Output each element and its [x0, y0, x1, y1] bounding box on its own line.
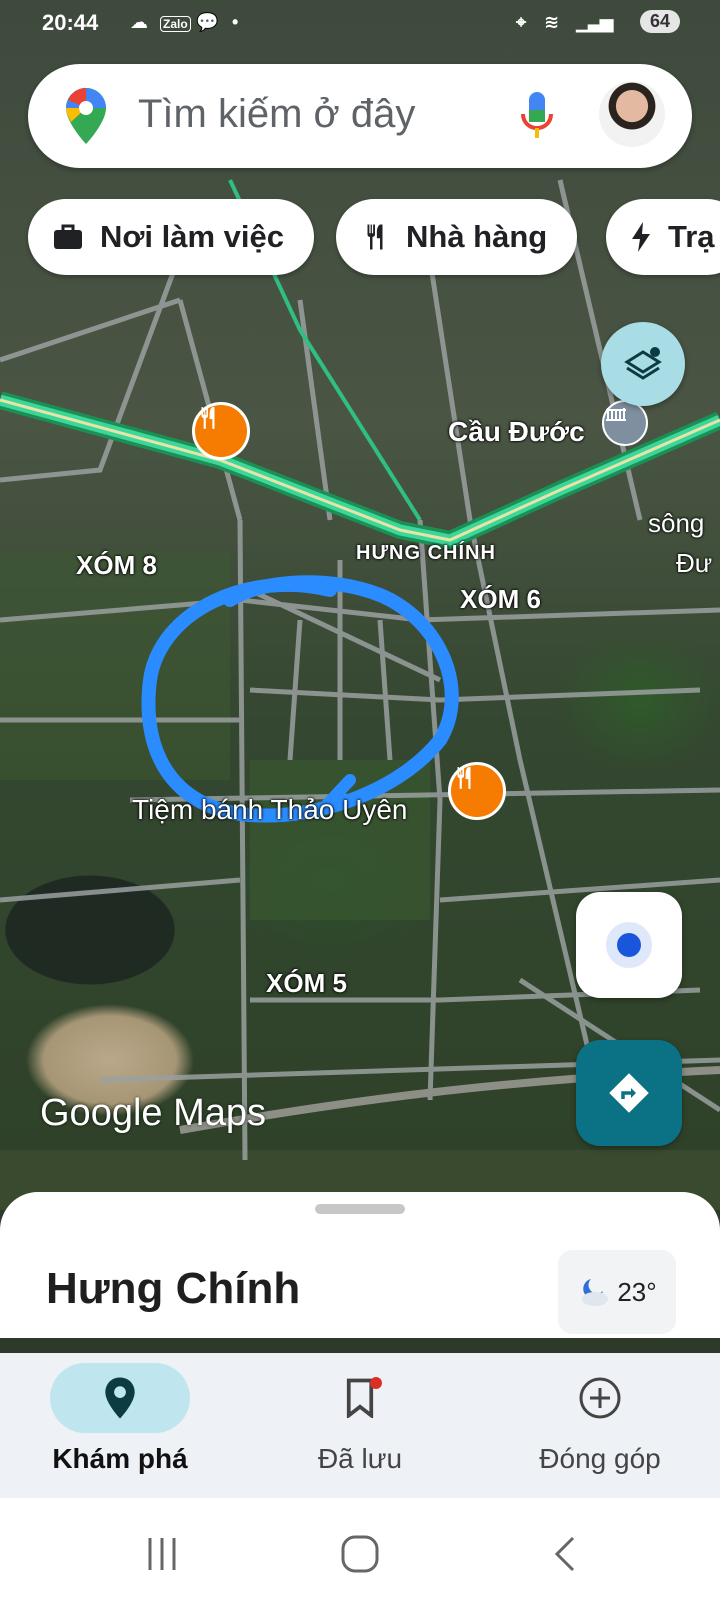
fork-knife-icon: [457, 767, 471, 789]
temperature: 23°: [617, 1276, 657, 1307]
map-label-tiem-banh[interactable]: Tiệm bánh Thảo Uyên: [132, 794, 408, 826]
place-sheet[interactable]: Hưng Chính 23°: [0, 1192, 720, 1338]
microphone-icon[interactable]: [520, 90, 554, 142]
google-maps-pin-icon: [66, 88, 106, 144]
layers-button[interactable]: [601, 322, 685, 406]
sheet-handle[interactable]: [315, 1204, 405, 1214]
dot-icon: •: [232, 12, 239, 32]
map-view[interactable]: Cầu Đước sông Đư HƯNG CHÍNH XÓM 8 XÓM 6 …: [0, 0, 720, 1210]
map-label-cau-duoc[interactable]: Cầu Đước: [448, 416, 585, 448]
notification-dot: [370, 1377, 382, 1389]
plus-circle-icon: [579, 1377, 621, 1419]
chip-charging[interactable]: Trạ: [606, 199, 720, 275]
map-label-xom-8: XÓM 8: [76, 550, 157, 580]
tab-label: Khám phá: [52, 1443, 188, 1474]
bridge-marker[interactable]: [602, 400, 648, 446]
chip-restaurants[interactable]: Nhà hàng: [336, 199, 578, 275]
location-pin-icon: [105, 1377, 135, 1419]
fork-knife-icon: [367, 224, 383, 250]
bottom-nav: Khám phá Đã lưu Đóng góp: [0, 1353, 720, 1498]
map-roads: [0, 179, 720, 1210]
directions-button[interactable]: [576, 1040, 682, 1146]
cloud-icon: ☁: [130, 12, 148, 32]
search-input[interactable]: Tìm kiếm ở đây: [138, 92, 415, 137]
battery-indicator: 64: [639, 10, 680, 33]
place-name: Hưng Chính: [46, 1264, 301, 1313]
map-label-song: sông: [648, 508, 705, 538]
avatar[interactable]: [599, 81, 665, 147]
system-nav-bar: [0, 1498, 720, 1605]
chip-label: Trạ: [668, 219, 715, 254]
tab-contribute[interactable]: Đóng góp: [480, 1353, 720, 1475]
status-bar: 20:44 ☁ Zalo 💬 • ⌖ ≋ ▁▃▅ 64: [0, 0, 720, 48]
chip-label: Nơi làm việc: [100, 219, 285, 254]
chip-work[interactable]: Nơi làm việc: [28, 199, 315, 275]
search-bar[interactable]: Tìm kiếm ở đây: [28, 64, 692, 168]
moon-cloud-icon: [582, 1279, 609, 1306]
back-icon[interactable]: [545, 1534, 585, 1574]
map-label-hung-chinh: HƯNG CHÍNH: [356, 542, 496, 564]
signal-icon: ▁▃▅: [576, 12, 614, 32]
directions-icon: [609, 1073, 649, 1113]
google-maps-logo: Google Maps: [40, 1092, 267, 1134]
restaurant-marker[interactable]: [448, 762, 506, 820]
map-label-xom-5: XÓM 5: [266, 968, 347, 998]
bridge-icon: [606, 408, 626, 421]
home-icon[interactable]: [340, 1534, 380, 1574]
bolt-icon: [632, 222, 650, 252]
wifi-icon: ≋: [544, 12, 560, 32]
tab-label: Đã lưu: [317, 1443, 403, 1474]
my-location-icon: [606, 922, 652, 968]
tab-label: Đóng góp: [539, 1443, 661, 1474]
status-time: 20:44: [42, 10, 99, 35]
briefcase-icon: [54, 224, 82, 249]
layers-icon: [624, 347, 662, 380]
chat-bubble-icon: 💬: [196, 12, 219, 32]
fork-knife-icon: [201, 407, 215, 429]
restaurant-marker[interactable]: [192, 402, 250, 460]
map-label-xom-6: XÓM 6: [460, 584, 541, 614]
tab-explore[interactable]: Khám phá: [0, 1353, 240, 1475]
zalo-icon: Zalo: [160, 16, 191, 32]
location-status-icon: ⌖: [516, 12, 527, 32]
recent-apps-icon[interactable]: [142, 1534, 182, 1574]
chip-label: Nhà hàng: [406, 219, 548, 254]
tab-saved[interactable]: Đã lưu: [240, 1353, 480, 1475]
map-label-song-2: Đư: [676, 548, 713, 578]
weather-badge[interactable]: 23°: [558, 1250, 676, 1334]
my-location-button[interactable]: [576, 892, 682, 998]
